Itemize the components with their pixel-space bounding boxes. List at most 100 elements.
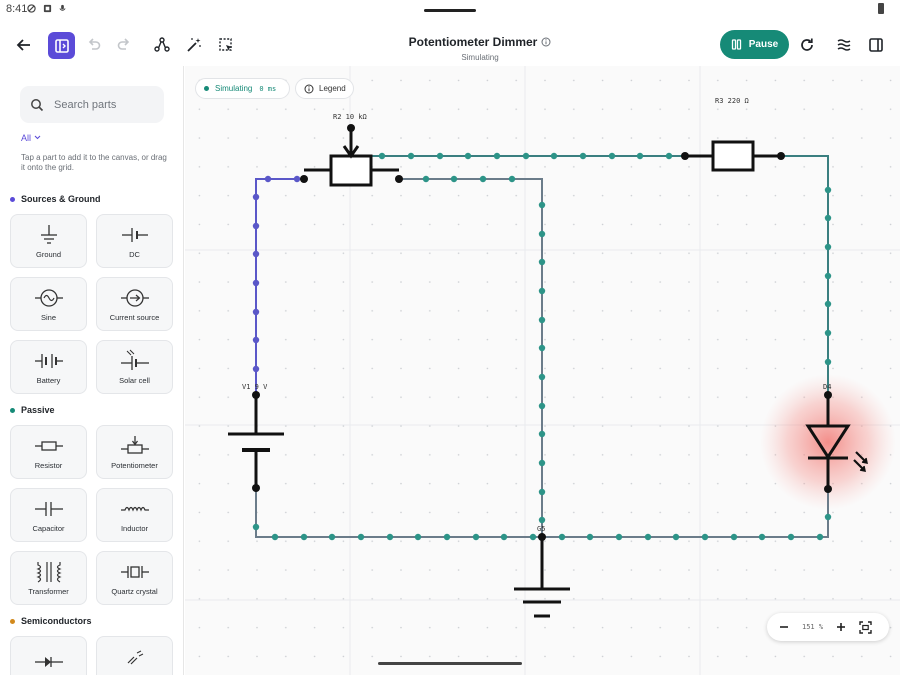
project-status: Simulating [461, 53, 499, 62]
part-label: Sine [40, 313, 56, 322]
select-area-button[interactable] [213, 32, 239, 58]
magic-wand-icon [187, 38, 201, 52]
undo-icon [88, 38, 101, 50]
part-label: Solar cell [119, 376, 150, 385]
part-label: Ground [35, 250, 62, 259]
legend-button[interactable]: Legend [295, 78, 354, 99]
search-field[interactable]: Search parts [20, 86, 164, 123]
fit-to-screen-button[interactable] [857, 619, 873, 635]
section-dot [10, 407, 15, 413]
pause-button[interactable]: Pause [720, 30, 789, 59]
select-box-icon [219, 38, 232, 51]
part-card-ground[interactable]: Ground [10, 214, 87, 268]
section-passive: Passive [10, 405, 55, 415]
panel-left-icon [54, 38, 69, 53]
zoom-in-button[interactable] [834, 620, 848, 634]
section-semiconductors: Semiconductors [10, 616, 92, 626]
sine-source-icon [34, 289, 63, 307]
part-label: Current source [109, 313, 160, 322]
zoom-out-button[interactable] [777, 620, 791, 634]
dc-source-icon [121, 228, 148, 242]
part-card-dc[interactable]: DC [96, 214, 173, 268]
pause-label: Pause [748, 39, 779, 50]
redo-icon [117, 38, 130, 50]
part-label: Transformer [28, 587, 69, 596]
diode-icon [34, 657, 63, 667]
project-title[interactable]: Potentiometer Dimmer [409, 35, 552, 49]
toggle-parts-panel-button[interactable] [48, 32, 75, 59]
led-icon [127, 650, 143, 665]
battery-label: V1 9 V [242, 383, 268, 391]
search-placeholder: Search parts [54, 98, 117, 111]
current-source-icon [120, 289, 149, 307]
part-card-sine[interactable]: Sine [10, 277, 87, 331]
solar-cell-icon [120, 349, 149, 370]
part-card-resistor[interactable]: Resistor [10, 425, 87, 479]
toggle-inspector-button[interactable] [863, 32, 889, 58]
inductor-icon [120, 506, 149, 512]
parts-sidebar: Search parts All Tap a part to add it to… [0, 66, 184, 675]
potentiometer-icon [120, 436, 149, 454]
part-label: Inductor [120, 524, 149, 533]
part-card-inductor[interactable]: Inductor [96, 488, 173, 542]
section-sources-ground: Sources & Ground [10, 194, 101, 204]
ground-label: G5 [537, 525, 545, 533]
transformer-icon [35, 562, 62, 583]
wire-nodes-icon [154, 37, 170, 52]
fit-screen-icon [858, 620, 872, 634]
connect-wire-button[interactable] [149, 32, 175, 58]
part-card-led[interactable] [96, 636, 173, 675]
part-card-transformer[interactable]: Transformer [10, 551, 87, 605]
category-filter[interactable]: All [21, 133, 41, 143]
chevron-down-icon [34, 135, 40, 140]
plus-icon [837, 623, 846, 631]
section-dot [10, 196, 15, 202]
part-card-quartz-crystal[interactable]: Quartz crystal [96, 551, 173, 605]
capacitor-icon [34, 502, 63, 516]
section-label: Sources & Ground [21, 194, 101, 204]
part-card-solar-cell[interactable]: Solar cell [96, 340, 173, 394]
section-label: Passive [21, 405, 55, 415]
battery-status-icon [878, 3, 884, 14]
zoom-controls: 151 % [767, 613, 889, 641]
back-button[interactable] [11, 32, 37, 58]
status-time: 8:41 [6, 3, 28, 15]
project-title-block: Potentiometer Dimmer Simulating [380, 33, 580, 62]
mic-icon [59, 4, 66, 11]
circuit-canvas[interactable]: R2 10 kΩ R3 220 Ω V1 9 V D4 G5 Simulatin… [185, 66, 900, 675]
resistor-icon [34, 441, 63, 451]
part-card-battery[interactable]: Battery [10, 340, 87, 394]
undo-button[interactable] [81, 32, 107, 58]
part-card-potentiometer[interactable]: Potentiometer [96, 425, 173, 479]
part-card-current-source[interactable]: Current source [96, 277, 173, 331]
ground-icon [40, 225, 57, 244]
top-toolbar: Potentiometer Dimmer Simulating Pause [0, 22, 900, 66]
refresh-icon [801, 38, 813, 51]
simulation-status-label: Simulating [215, 84, 253, 93]
simulation-status-chip[interactable]: Simulating 0 ms [195, 78, 290, 99]
reset-simulation-button[interactable] [794, 32, 820, 58]
waveform-view-button[interactable] [831, 32, 857, 58]
auto-tidy-button[interactable] [181, 32, 207, 58]
section-dot [10, 618, 15, 624]
section-label: Semiconductors [21, 616, 92, 626]
minus-icon [780, 626, 788, 628]
battery-icon [34, 354, 63, 368]
part-label: Resistor [34, 461, 63, 470]
circuit-diagram[interactable]: R2 10 kΩ R3 220 Ω V1 9 V D4 G5 [185, 66, 900, 675]
do-not-disturb-icon [27, 4, 36, 13]
part-card-diode[interactable] [10, 636, 87, 675]
panel-right-icon [869, 38, 883, 52]
part-label: Potentiometer [111, 461, 158, 470]
redo-button[interactable] [111, 32, 137, 58]
legend-label: Legend [319, 84, 346, 93]
category-filter-label: All [21, 133, 32, 143]
part-label: Capacitor [32, 524, 65, 533]
sidebar-hint: Tap a part to add it to the canvas, or d… [21, 153, 167, 173]
pot-label: R2 10 kΩ [333, 113, 367, 121]
info-icon[interactable] [541, 37, 551, 47]
resistor-label: R3 220 Ω [715, 97, 749, 105]
part-card-capacitor[interactable]: Capacitor [10, 488, 87, 542]
part-label: Quartz crystal [111, 587, 158, 596]
home-indicator [378, 662, 522, 665]
